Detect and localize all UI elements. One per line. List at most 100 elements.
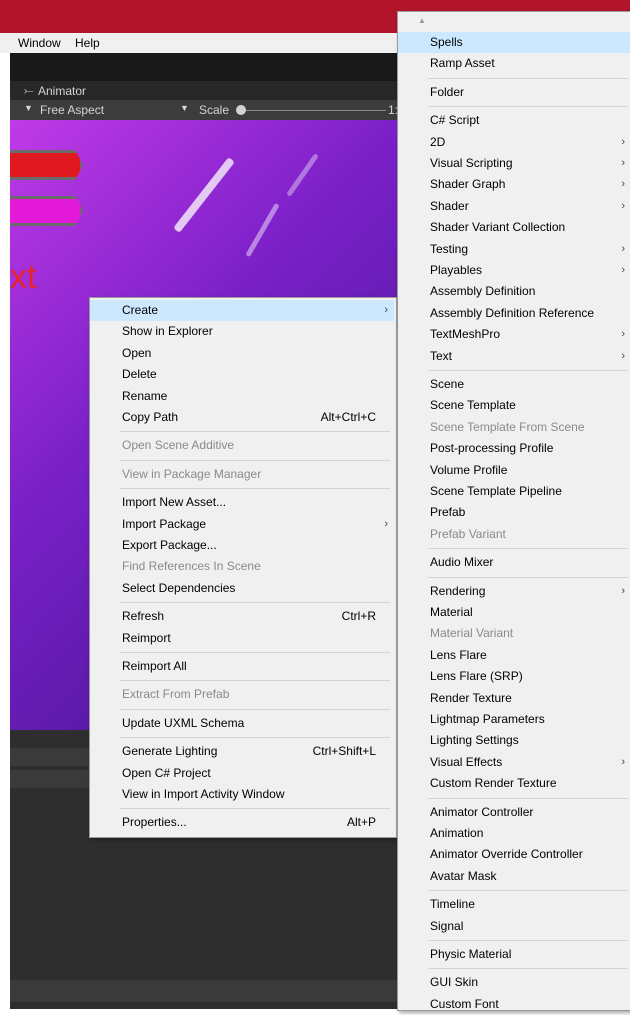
menu-item-visual-effects[interactable]: Visual Effects ›: [398, 752, 630, 773]
menu-item-view-in-import-activity-window[interactable]: View in Import Activity Window: [90, 784, 394, 805]
menu-item-create[interactable]: Create ›: [90, 300, 394, 321]
menu-item-folder[interactable]: Folder: [398, 82, 630, 103]
menu-item-scene-template-pipeline[interactable]: Scene Template Pipeline: [398, 481, 630, 502]
menu-item-gui-skin[interactable]: GUI Skin: [398, 972, 630, 993]
menu-item-scene[interactable]: Scene: [398, 374, 630, 395]
menu-item-assembly-definition[interactable]: Assembly Definition: [398, 281, 630, 302]
menu-item-animator-override-controller[interactable]: Animator Override Controller: [398, 844, 630, 865]
menu-item-open[interactable]: Open: [90, 343, 394, 364]
menu-item-ramp-asset[interactable]: Ramp Asset: [398, 53, 630, 74]
scroll-up-icon[interactable]: ▲: [418, 16, 426, 25]
menu-item-import-package[interactable]: Import Package ›: [90, 514, 394, 535]
menu-item-assembly-definition-reference[interactable]: Assembly Definition Reference: [398, 303, 630, 324]
menu-separator: [120, 708, 390, 710]
menu-item-shader-graph[interactable]: Shader Graph ›: [398, 174, 630, 195]
menu-item-open-c-project[interactable]: Open C# Project: [90, 763, 394, 784]
menu-item-physic-material[interactable]: Physic Material: [398, 944, 630, 965]
menu-item-rendering[interactable]: Rendering ›: [398, 581, 630, 602]
menu-help[interactable]: Help: [75, 36, 100, 50]
menu-item-prefab[interactable]: Prefab: [398, 502, 630, 523]
menu-item-audio-mixer[interactable]: Audio Mixer: [398, 552, 630, 573]
menu-item-label: Find References In Scene: [122, 559, 261, 574]
submenu-arrow-icon: ›: [621, 242, 625, 255]
dropdown-arrow-icon[interactable]: ▼: [24, 103, 33, 113]
menu-item-open-scene-additive: Open Scene Additive: [90, 435, 394, 456]
menu-item-find-references-in-scene: Find References In Scene: [90, 556, 394, 577]
menu-item-shader-variant-collection[interactable]: Shader Variant Collection: [398, 217, 630, 238]
submenu-arrow-icon: ›: [621, 135, 625, 148]
menu-item-rename[interactable]: Rename: [90, 386, 394, 407]
menu-separator: [120, 459, 390, 461]
menu-item-properties[interactable]: Properties... Alt+P: [90, 812, 394, 833]
menu-item-label: Export Package...: [122, 538, 217, 552]
menu-item-import-new-asset[interactable]: Import New Asset...: [90, 492, 394, 513]
menu-item-label: Select Dependencies: [122, 580, 236, 595]
menu-separator: [428, 576, 628, 578]
menu-item-label: View in Package Manager: [122, 466, 262, 481]
menu-item-label: Lens Flare (SRP): [430, 669, 523, 684]
menu-item-shader[interactable]: Shader ›: [398, 196, 630, 217]
menu-item-animator-controller[interactable]: Animator Controller: [398, 802, 630, 823]
menu-item-copy-path[interactable]: Copy Path Alt+Ctrl+C: [90, 407, 394, 428]
menu-item-label: Playables: [430, 263, 483, 277]
menu-separator: [428, 106, 628, 108]
menu-item-2d[interactable]: 2D ›: [398, 132, 630, 153]
menu-item-label: View in Import Activity Window: [122, 787, 285, 801]
editor-toolbar: [10, 53, 400, 81]
menu-item-generate-lighting[interactable]: Generate Lighting Ctrl+Shift+L: [90, 741, 394, 762]
menu-item-c-script[interactable]: C# Script: [398, 110, 630, 131]
menu-window[interactable]: Window: [18, 36, 61, 50]
menu-item-spells[interactable]: Spells: [398, 32, 630, 53]
menu-item-post-processing-profile[interactable]: Post-processing Profile: [398, 438, 630, 459]
menu-item-volume-profile[interactable]: Volume Profile: [398, 460, 630, 481]
menu-item-custom-font[interactable]: Custom Font: [398, 994, 630, 1015]
menu-item-textmeshpro[interactable]: TextMeshPro ›: [398, 324, 630, 345]
menu-item-material[interactable]: Material: [398, 602, 630, 623]
menu-item-lighting-settings[interactable]: Lighting Settings: [398, 730, 630, 751]
menu-separator: [428, 548, 628, 550]
menu-separator: [120, 488, 390, 490]
menu-item-label: Scene Template Pipeline: [430, 484, 562, 498]
menu-item-label: Visual Effects: [430, 754, 503, 769]
menu-item-delete[interactable]: Delete: [90, 364, 394, 385]
menu-item-label: Lightmap Parameters: [430, 712, 545, 726]
menu-item-animation[interactable]: Animation: [398, 823, 630, 844]
menu-item-update-uxml-schema[interactable]: Update UXML Schema: [90, 713, 394, 734]
menu-item-playables[interactable]: Playables ›: [398, 260, 630, 281]
scale-slider-track[interactable]: [246, 110, 386, 111]
menu-item-testing[interactable]: Testing ›: [398, 239, 630, 260]
submenu-arrow-icon: ›: [621, 157, 625, 169]
aspect-dropdown[interactable]: Free Aspect: [40, 103, 104, 117]
menu-item-label: GUI Skin: [430, 975, 479, 990]
menu-item-lens-flare[interactable]: Lens Flare: [398, 645, 630, 666]
scale-slider-handle[interactable]: [236, 105, 246, 115]
menu-item-lens-flare-srp[interactable]: Lens Flare (SRP): [398, 666, 630, 687]
menu-bar: Window Help: [0, 33, 400, 53]
menu-item-label: Audio Mixer: [430, 555, 494, 570]
menu-item-show-in-explorer[interactable]: Show in Explorer: [90, 321, 394, 342]
menu-item-scene-template[interactable]: Scene Template: [398, 395, 630, 416]
menu-separator: [428, 968, 628, 970]
menu-separator: [120, 431, 390, 433]
menu-item-text[interactable]: Text ›: [398, 346, 630, 367]
menu-separator: [120, 680, 390, 682]
menu-item-material-variant: Material Variant: [398, 623, 630, 644]
tab-animator[interactable]: Animator: [38, 84, 86, 98]
menu-item-render-texture[interactable]: Render Texture: [398, 688, 630, 709]
menu-item-export-package[interactable]: Export Package...: [90, 535, 394, 556]
menu-item-reimport[interactable]: Reimport: [90, 628, 394, 649]
menu-item-avatar-mask[interactable]: Avatar Mask: [398, 866, 630, 887]
menu-item-label: Refresh: [122, 609, 165, 624]
menu-item-visual-scripting[interactable]: Visual Scripting ›: [398, 153, 630, 174]
menu-item-label: Animation: [430, 826, 484, 840]
menu-item-refresh[interactable]: Refresh Ctrl+R: [90, 606, 394, 627]
menu-item-select-dependencies[interactable]: Select Dependencies: [90, 578, 394, 599]
dropdown-arrow-icon[interactable]: ▼: [180, 103, 189, 113]
menu-item-label: Properties...: [122, 815, 187, 830]
menu-item-timeline[interactable]: Timeline: [398, 894, 630, 915]
menu-item-lightmap-parameters[interactable]: Lightmap Parameters: [398, 709, 630, 730]
menu-item-shortcut: Alt+P: [346, 815, 376, 830]
menu-item-custom-render-texture[interactable]: Custom Render Texture: [398, 773, 630, 794]
menu-item-reimport-all[interactable]: Reimport All: [90, 656, 394, 677]
menu-item-signal[interactable]: Signal: [398, 916, 630, 937]
